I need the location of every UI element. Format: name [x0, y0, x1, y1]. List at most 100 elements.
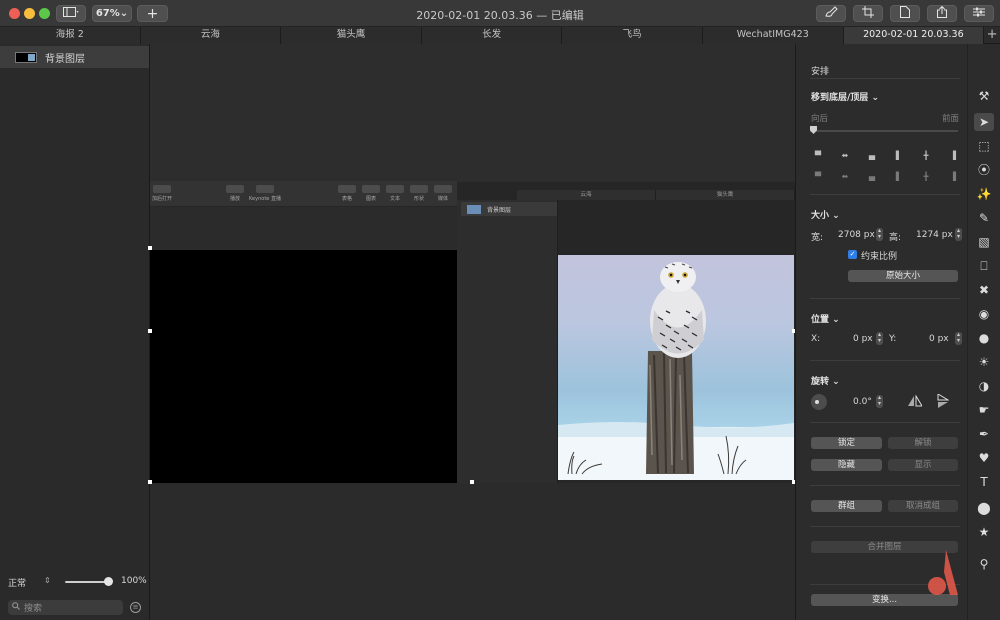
- flip-horizontal-icon[interactable]: [908, 394, 923, 410]
- rotation-field[interactable]: 0.0°: [853, 397, 872, 407]
- text-icon[interactable]: T: [974, 473, 994, 491]
- width-stepper[interactable]: ▴ ▾: [876, 228, 883, 241]
- zoom-icon[interactable]: ⚲: [974, 555, 994, 573]
- flip-vertical-icon[interactable]: [937, 393, 950, 411]
- distribute-center-icon[interactable]: ╋: [921, 172, 931, 181]
- layer-order-slider-knob[interactable]: [810, 126, 817, 134]
- embedded-tab: 猫头鹰: [656, 190, 795, 200]
- magic-wand-icon[interactable]: ✨: [974, 185, 994, 203]
- lock-button[interactable]: 锁定: [811, 437, 882, 449]
- brush-tool-button[interactable]: [816, 5, 846, 22]
- share-button[interactable]: [927, 5, 957, 22]
- align-center-icon[interactable]: ╋: [921, 151, 931, 160]
- eraser-icon[interactable]: ⎕: [974, 257, 994, 275]
- divider: [810, 78, 960, 79]
- distribute-left-icon[interactable]: ▌: [894, 172, 904, 181]
- pen-icon[interactable]: ✒: [974, 425, 994, 443]
- y-field[interactable]: 0 px: [929, 334, 949, 344]
- distribute-right-icon[interactable]: ▐: [948, 172, 958, 181]
- chevron-down-icon: ⌄: [832, 315, 840, 325]
- align-middle-icon[interactable]: ⬌: [840, 151, 850, 160]
- gradient-icon[interactable]: ▧: [974, 233, 994, 251]
- y-stepper[interactable]: ▴ ▾: [955, 332, 962, 345]
- rotation-dial[interactable]: [811, 394, 827, 410]
- inner-media-button: 媒体: [434, 185, 452, 202]
- embedded-tab-bar: 云海 猫头鹰: [517, 190, 795, 200]
- selection-handle[interactable]: [470, 480, 474, 484]
- brush-icon[interactable]: ✎: [974, 209, 994, 227]
- width-field[interactable]: 2708 px: [838, 230, 875, 240]
- distribute-middle-icon[interactable]: ⬌: [840, 172, 850, 181]
- embedded-layers-panel: [457, 200, 558, 483]
- new-tab-button[interactable]: +: [984, 27, 1000, 43]
- tab-yunhai[interactable]: 云海: [140, 27, 282, 44]
- selection-handle[interactable]: [148, 246, 152, 250]
- opacity-slider-knob[interactable]: [104, 577, 113, 586]
- tab-owl[interactable]: 猫头鹰: [281, 27, 422, 44]
- blend-mode-select[interactable]: 正常: [8, 576, 26, 589]
- unlock-button[interactable]: 解锁: [888, 437, 958, 449]
- canvas-area[interactable]: 加后打开 播放 Keynote 直播 表格 图表 文本 形状 媒体 云海 猫头鹰…: [148, 44, 796, 620]
- layer-order-slider[interactable]: [810, 130, 958, 132]
- align-right-icon[interactable]: ▐: [948, 151, 958, 160]
- original-size-button[interactable]: 原始大小: [848, 270, 958, 282]
- group-button[interactable]: 群组: [811, 500, 882, 512]
- back-label: 向后: [811, 114, 829, 124]
- layers-panel: 背景图层 正常 ⇕ 100% 搜索 ≡: [0, 44, 150, 620]
- crop-button[interactable]: [853, 5, 883, 22]
- contrast-icon[interactable]: ◑: [974, 377, 994, 395]
- divider: [810, 526, 960, 527]
- tab-bird[interactable]: 飞鸟: [562, 27, 703, 44]
- move-to-back-front-menu[interactable]: 移到底层/顶层 ⌄: [811, 90, 879, 103]
- selection-handle[interactable]: [148, 480, 152, 484]
- bandage-icon[interactable]: ✖: [974, 281, 994, 299]
- hide-button[interactable]: 隐藏: [811, 459, 882, 471]
- height-field[interactable]: 1274 px: [916, 230, 953, 240]
- tab-current-document[interactable]: 2020-02-01 20.03.36: [843, 27, 985, 44]
- filter-icon[interactable]: ≡: [130, 602, 141, 613]
- brush-icon: [824, 6, 838, 21]
- star-shape-icon[interactable]: ★: [974, 523, 994, 541]
- chevron-down-icon: ⌄: [871, 93, 879, 103]
- height-stepper[interactable]: ▴ ▾: [955, 228, 962, 241]
- layer-search-input[interactable]: 搜索: [8, 600, 123, 615]
- blur-icon[interactable]: ●: [974, 329, 994, 347]
- share-icon: [937, 5, 947, 21]
- color-picker-icon[interactable]: ⬤: [974, 499, 994, 517]
- opacity-slider[interactable]: [65, 581, 109, 583]
- rotate-section-title[interactable]: 旋转 ⌄: [811, 374, 840, 387]
- document-button[interactable]: [890, 5, 920, 22]
- x-field[interactable]: 0 px: [853, 334, 873, 344]
- ungroup-button[interactable]: 取消成组: [888, 500, 958, 512]
- smudge-icon[interactable]: ☛: [974, 401, 994, 419]
- layer-item[interactable]: 背景图层: [0, 46, 149, 68]
- position-section-title[interactable]: 位置 ⌄: [811, 312, 840, 325]
- clone-stamp-icon[interactable]: ◉: [974, 305, 994, 323]
- adjustments-button[interactable]: [964, 5, 994, 22]
- distribute-top-icon[interactable]: ▀: [813, 172, 823, 181]
- lasso-icon[interactable]: ⦿: [974, 161, 994, 179]
- tab-wechat-img[interactable]: WechatIMG423: [702, 27, 844, 44]
- size-section-title[interactable]: 大小 ⌄: [811, 208, 840, 221]
- selection-handle[interactable]: [148, 329, 152, 333]
- pointer-icon[interactable]: ➤: [974, 113, 994, 131]
- align-left-icon[interactable]: ▌: [894, 151, 904, 160]
- constrain-proportions-checkbox[interactable]: ✓: [848, 250, 857, 259]
- rotation-stepper[interactable]: ▴ ▾: [876, 395, 883, 408]
- align-bottom-icon[interactable]: ▄: [867, 151, 877, 160]
- tab-poster-2[interactable]: 海报 2: [0, 27, 141, 44]
- search-icon: [12, 602, 20, 613]
- x-label: X:: [811, 334, 821, 344]
- x-stepper[interactable]: ▴ ▾: [876, 332, 883, 345]
- embedded-tab: 云海: [517, 190, 656, 200]
- sun-icon[interactable]: ☀: [974, 353, 994, 371]
- heart-shape-icon[interactable]: ♥: [974, 449, 994, 467]
- transform-button[interactable]: 变换...: [811, 594, 958, 606]
- tab-long-hair[interactable]: 长发: [421, 27, 563, 44]
- document-tab-bar: 海报 2 云海 猫头鹰 长发 飞鸟 WechatIMG423 2020-02-0…: [0, 27, 1000, 44]
- align-top-icon[interactable]: ▀: [813, 151, 823, 160]
- rectangle-select-icon[interactable]: ⬚: [974, 137, 994, 155]
- paint-bucket-icon[interactable]: ⚒: [974, 87, 994, 105]
- show-button[interactable]: 显示: [888, 459, 958, 471]
- distribute-bottom-icon[interactable]: ▄: [867, 172, 877, 181]
